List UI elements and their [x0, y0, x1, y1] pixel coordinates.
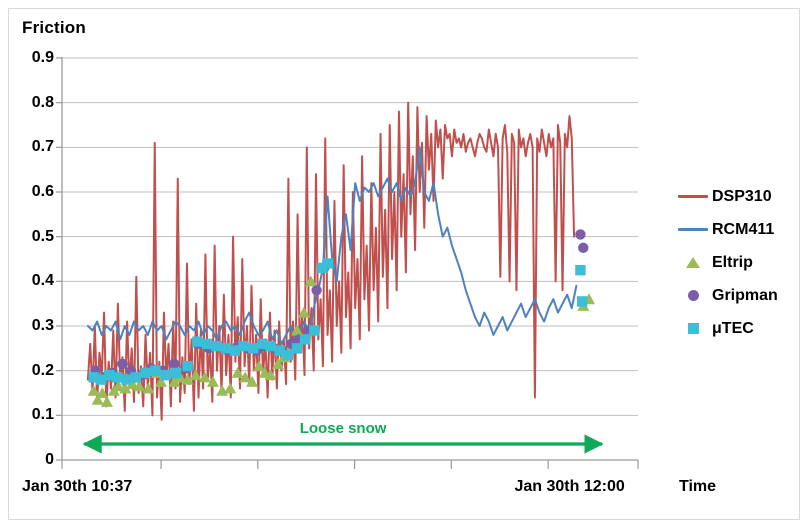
data-point [578, 242, 589, 254]
data-point [160, 369, 171, 381]
legend-circle-icon [676, 287, 710, 305]
legend-item[interactable]: μTEC [676, 312, 804, 345]
data-point [130, 372, 141, 383]
legend-label: μTEC [712, 319, 754, 337]
legend-square-icon [676, 320, 710, 338]
legend-item[interactable]: Gripman [676, 279, 804, 312]
legend-marker [687, 323, 699, 334]
legend-item[interactable]: DSP310 [676, 180, 804, 213]
legend-line-swatch [676, 188, 710, 206]
data-point [111, 372, 122, 383]
data-point [224, 382, 237, 394]
legend-marker [686, 257, 700, 268]
data-point [575, 229, 586, 240]
legend-item[interactable]: Eltrip [676, 246, 804, 279]
data-point [248, 343, 259, 354]
data-point [575, 264, 586, 276]
loose-snow-label: Loose snow [299, 420, 387, 437]
legend-label: RCM411 [712, 220, 775, 238]
data-point [150, 365, 161, 376]
legend-marker [678, 195, 708, 198]
data-point [576, 296, 588, 307]
data-point [201, 338, 213, 350]
data-point [211, 340, 222, 352]
data-point [265, 340, 276, 352]
data-point [309, 325, 320, 336]
data-point [238, 340, 249, 352]
data-point [282, 349, 293, 361]
data-point [121, 374, 132, 385]
data-point [170, 367, 182, 379]
legend-line-swatch [676, 221, 710, 239]
data-point [231, 366, 244, 378]
legend-label: Gripman [712, 286, 778, 304]
chart-stage: Friction Time 0 0.1 0.2 0.3 0.4 0.5 0.6 0.7 0.8 0… [0, 0, 810, 529]
chart-legend: DSP310 RCM411 Eltrip Gripman μTEC [676, 180, 804, 345]
legend-triangle-icon [676, 254, 710, 272]
legend-label: DSP310 [712, 187, 772, 205]
data-point [322, 258, 334, 269]
data-point [117, 358, 128, 370]
legend-item[interactable]: RCM411 [676, 213, 804, 246]
legend-marker [687, 290, 699, 301]
data-point [169, 358, 180, 370]
data-point [192, 336, 203, 347]
data-point [311, 285, 322, 296]
data-point [299, 334, 311, 345]
data-point [291, 343, 303, 354]
legend-marker [678, 228, 708, 231]
legend-label: Eltrip [712, 253, 753, 271]
data-point [182, 361, 193, 372]
data-point [140, 367, 151, 379]
